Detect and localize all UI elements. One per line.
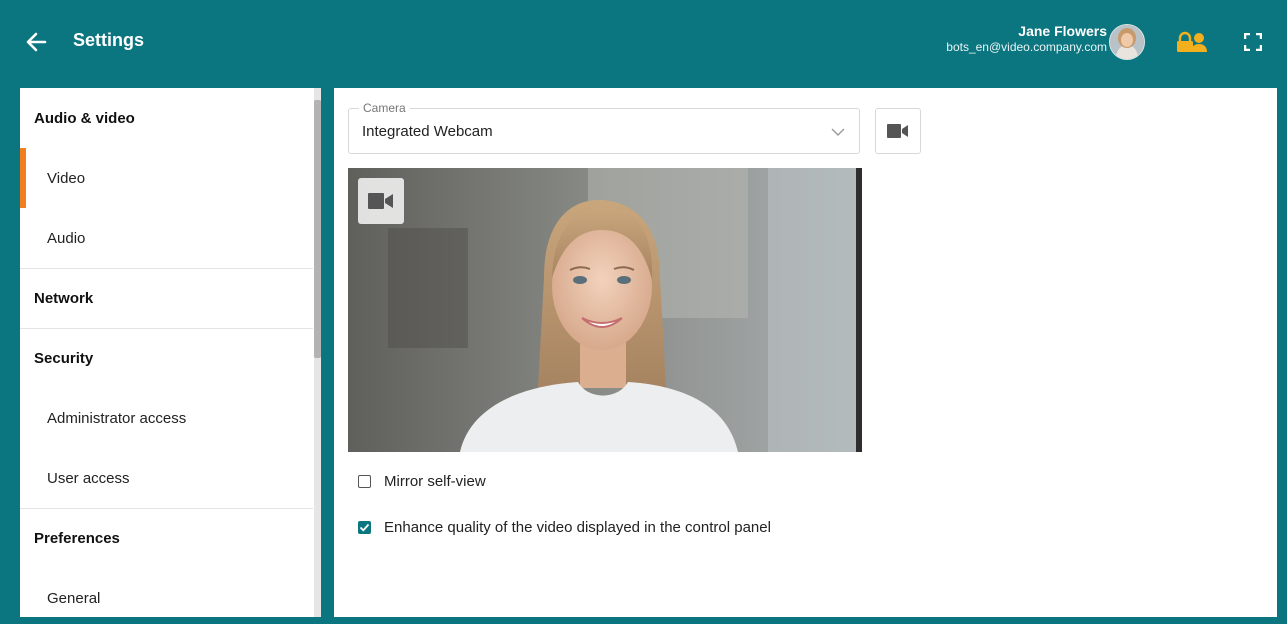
user-name: Jane Flowers [1018, 23, 1107, 39]
sidebar-section-audio-video[interactable]: Audio & video [20, 88, 313, 148]
fullscreen-icon [1244, 33, 1262, 51]
lock-user-icon [1177, 31, 1207, 52]
settings-sidebar: Audio & video Video Audio Network Securi… [20, 88, 321, 617]
sidebar-section-security[interactable]: Security [20, 328, 313, 388]
fullscreen-button[interactable] [1241, 30, 1265, 54]
checkmark-icon [359, 523, 370, 532]
arrow-left-icon [26, 32, 47, 52]
scrollbar-thumb[interactable] [314, 100, 321, 358]
sidebar-item-audio[interactable]: Audio [20, 208, 313, 268]
enhance-quality-checkbox[interactable] [358, 521, 371, 534]
video-settings-panel: Camera Integrated Webcam Mirror self-vie… [334, 88, 1277, 617]
sidebar-section-preferences[interactable]: Preferences [20, 508, 313, 568]
sidebar-item-label: User access [47, 469, 130, 487]
top-bar: Settings Jane Flowers bots_en@video.comp… [6, 8, 1281, 78]
sidebar-section-network[interactable]: Network [20, 268, 313, 328]
avatar-image [1110, 25, 1144, 59]
chevron-down-icon [831, 128, 845, 136]
page-title: Settings [73, 30, 145, 50]
sidebar-item-label: General [47, 589, 101, 607]
back-button[interactable] [22, 28, 50, 56]
mirror-self-view-checkbox[interactable] [358, 475, 371, 488]
sidebar-item-label: Audio & video [34, 109, 135, 127]
sidebar-item-user-access[interactable]: User access [20, 448, 313, 508]
sidebar-item-administrator-access[interactable]: Administrator access [20, 388, 313, 448]
camera-preview [348, 168, 862, 452]
sidebar-item-label: Preferences [34, 529, 120, 547]
user-info: Jane Flowers bots_en@video.company.com [946, 22, 1107, 54]
preview-camera-button[interactable] [358, 178, 404, 224]
enhance-quality-option[interactable]: Enhance quality of the video displayed i… [358, 519, 771, 536]
camera-select[interactable]: Camera Integrated Webcam [348, 101, 860, 154]
sidebar-item-general[interactable]: General [20, 568, 313, 617]
lock-user-button[interactable] [1175, 29, 1209, 55]
user-email: bots_en@video.company.com [946, 40, 1107, 54]
sidebar-item-label: Audio [47, 229, 86, 247]
sidebar-item-label: Security [34, 349, 94, 367]
video-camera-icon [887, 124, 908, 138]
sidebar-item-label: Administrator access [47, 409, 187, 427]
camera-toggle-button[interactable] [875, 108, 921, 154]
sidebar-item-label: Network [34, 289, 94, 307]
sidebar-item-label: Video [47, 169, 86, 187]
camera-selected-value: Integrated Webcam [362, 123, 493, 140]
mirror-self-view-option[interactable]: Mirror self-view [358, 473, 486, 490]
preview-image [348, 168, 862, 452]
sidebar-item-video[interactable]: Video [20, 148, 313, 208]
active-indicator [20, 148, 26, 208]
avatar[interactable] [1109, 24, 1145, 60]
sidebar-scrollbar[interactable] [314, 88, 321, 617]
camera-field-label: Camera [359, 101, 410, 115]
option-label: Enhance quality of the video displayed i… [384, 519, 771, 536]
option-label: Mirror self-view [384, 473, 486, 490]
video-camera-icon [368, 193, 393, 209]
